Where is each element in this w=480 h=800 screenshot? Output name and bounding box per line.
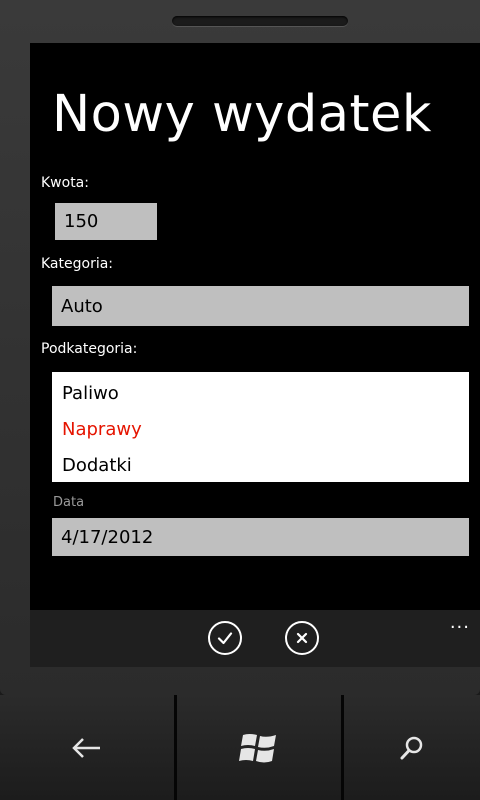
start-button[interactable] [177,695,341,800]
check-icon [217,632,233,645]
cancel-button[interactable] [285,621,319,655]
app-bar: ... [30,610,480,667]
subcategory-list[interactable]: Paliwo Naprawy Dodatki [52,372,469,482]
back-button[interactable] [0,695,174,800]
close-icon [296,632,308,644]
hardware-nav-bar [0,695,480,800]
more-options-button[interactable]: ... [450,612,470,633]
list-item-dodatki[interactable]: Dodatki [52,448,469,484]
page-title: Nowy wydatek [52,85,432,144]
date-label: Data [53,495,85,510]
amount-input[interactable]: 150 [55,203,157,240]
amount-label: Kwota: [41,175,89,191]
date-picker[interactable]: 4/17/2012 [52,518,469,556]
phone-speaker [172,16,348,26]
list-item-naprawy[interactable]: Naprawy [52,412,469,448]
search-icon [400,736,423,759]
back-arrow-icon [72,737,100,758]
category-picker[interactable]: Auto [52,286,469,326]
search-button[interactable] [344,695,480,800]
windows-logo-icon [239,733,276,762]
phone-bezel: Nowy wydatek Kwota: 150 Kategoria: Auto … [0,0,480,695]
subcategory-label: Podkategoria: [41,341,138,357]
category-label: Kategoria: [41,256,114,272]
app-screen: Nowy wydatek Kwota: 150 Kategoria: Auto … [30,43,480,667]
save-button[interactable] [208,621,242,655]
list-item-paliwo[interactable]: Paliwo [52,376,469,412]
